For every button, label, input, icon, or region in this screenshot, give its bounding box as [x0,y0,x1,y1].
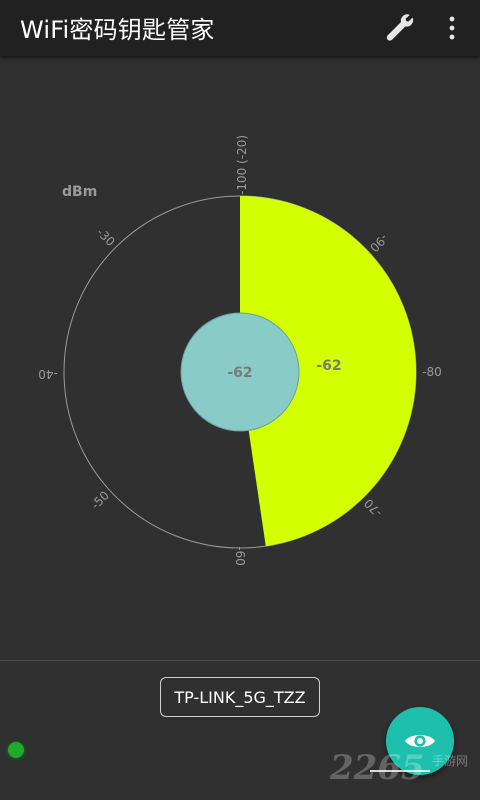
watermark-underline [370,770,430,772]
app-title: WiFi密码钥匙管家 [20,16,215,44]
tick-label-upper-left: -30 [94,225,118,249]
app-bar: WiFi密码钥匙管家 [0,0,480,56]
gauge-sector-value: -62 [316,358,341,374]
tick-label-top: -100 (-20) [235,135,249,195]
ssid-button[interactable]: TP-LINK_5G_TZZ [160,677,320,717]
tick-label-right: -80 [422,365,442,379]
tick-label-bottom: -60 [233,546,247,566]
more-options-icon[interactable] [440,12,464,44]
status-indicator-dot [8,742,24,758]
tick-label-lower-right: -70 [361,496,385,520]
settings-wrench-icon[interactable] [382,12,416,44]
watermark-logo: 2265 [330,748,425,788]
divider [0,660,480,661]
tick-label-left: -40 [38,367,58,381]
tick-label-upper-right: -90 [367,231,391,255]
gauge-center-value: -62 [227,365,252,381]
tick-label-lower-left: -50 [88,488,112,512]
signal-gauge: -100 (-20) -90 -80 -70 -60 -50 -40 -30 -… [0,56,480,660]
unit-label: dBm [62,184,98,200]
watermark-subtitle: 手游网 [432,754,469,768]
